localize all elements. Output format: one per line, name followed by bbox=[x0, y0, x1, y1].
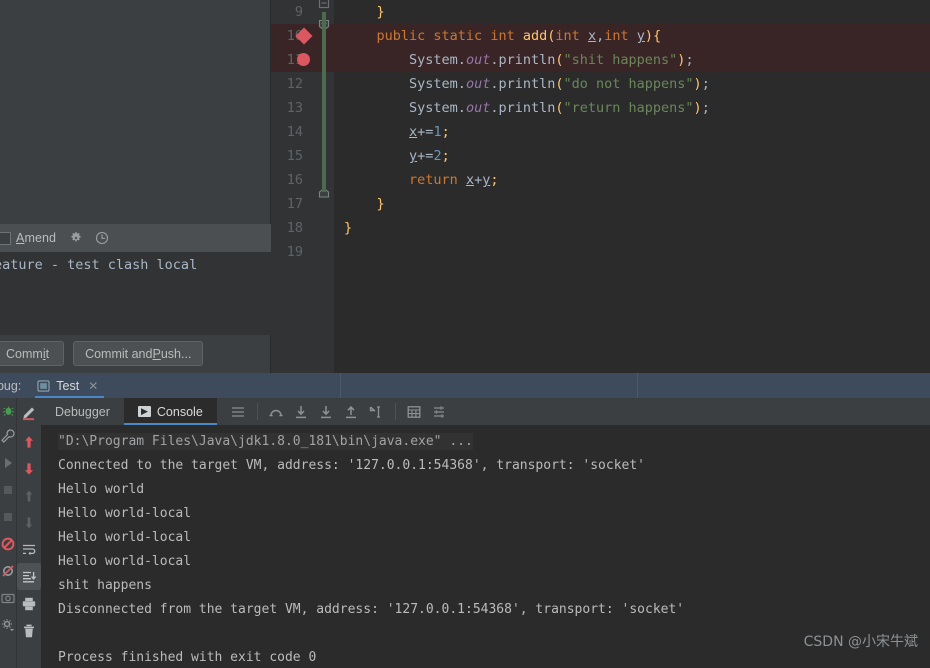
tab-console[interactable]: ▶ Console bbox=[123, 398, 217, 425]
watermark: CSDN @小宋牛斌 bbox=[803, 634, 918, 650]
commit-dialog: Amend eature - test clash local Comm i t C… bbox=[0, 0, 271, 373]
scroll-to-end-icon[interactable] bbox=[17, 563, 41, 590]
console-output[interactable]: "D:\Program Files\Java\jdk1.8.0_181\bin\… bbox=[41, 425, 930, 668]
run-configuration-icon bbox=[37, 379, 50, 392]
gear-icon[interactable] bbox=[69, 231, 83, 245]
bug-icon[interactable] bbox=[0, 398, 16, 422]
commit-dialog-upper-area bbox=[0, 0, 270, 223]
code-line: } bbox=[344, 196, 385, 212]
code-line: } bbox=[344, 220, 353, 236]
commit-message-text: eature - test clash local bbox=[0, 257, 198, 273]
console-line: Connected to the target VM, address: '12… bbox=[58, 458, 645, 473]
wrench-icon[interactable] bbox=[0, 422, 16, 449]
rerun-icon[interactable] bbox=[17, 398, 41, 428]
console-line: Disconnected from the target VM, address… bbox=[58, 602, 685, 617]
editor-gutter[interactable]: 9 10 11 12 13 14 15 16 17 18 19 bbox=[271, 0, 334, 373]
console-line: Hello world-local bbox=[58, 506, 192, 521]
fold-marker-icon[interactable] bbox=[318, 0, 330, 9]
square-icon[interactable] bbox=[0, 476, 16, 503]
code-line: return x+y; bbox=[344, 172, 499, 188]
debug-outer-rail bbox=[0, 398, 17, 668]
console-line-text: "D:\Program Files\Java\jdk1.8.0_181\bin\… bbox=[58, 433, 473, 450]
commit-message-area[interactable]: eature - test clash local bbox=[0, 252, 271, 335]
down-arrow-red-icon[interactable] bbox=[17, 455, 41, 482]
play-icon[interactable] bbox=[0, 449, 16, 476]
gutter-line: 19 bbox=[286, 244, 303, 260]
debug-window-title: ebug: bbox=[0, 378, 22, 393]
debug-session-tab-label: Test bbox=[56, 378, 80, 393]
force-step-into-icon[interactable] bbox=[314, 398, 339, 425]
tab-bar-divider bbox=[637, 373, 639, 398]
editor-text-area[interactable]: } public static int add(int x,int y){ Sy… bbox=[334, 0, 930, 373]
run-to-cursor-icon[interactable] bbox=[364, 398, 389, 425]
evaluate-expression-icon[interactable] bbox=[402, 398, 427, 425]
code-editor[interactable]: 9 10 11 12 13 14 15 16 17 18 19 bbox=[271, 0, 930, 373]
menu-lines-icon[interactable] bbox=[226, 398, 251, 425]
tab-bar-divider bbox=[340, 373, 342, 398]
step-out-icon[interactable] bbox=[339, 398, 364, 425]
tab-console-label: Console bbox=[156, 404, 203, 419]
console-line: Hello world-local bbox=[58, 554, 192, 569]
console-line: Hello world-local bbox=[58, 530, 192, 545]
down-arrow-gray-icon bbox=[17, 509, 41, 536]
trash-icon[interactable] bbox=[17, 617, 41, 644]
method-scope-bracket bbox=[322, 12, 326, 192]
soft-wrap-icon[interactable] bbox=[17, 536, 41, 563]
console-line: Hello world bbox=[58, 482, 145, 497]
debug-tool-window: ebug: Test ✕ bbox=[0, 373, 930, 668]
console-icon: ▶ bbox=[137, 406, 151, 417]
code-line: y+=2; bbox=[409, 148, 450, 164]
camera-icon[interactable] bbox=[0, 584, 16, 611]
tab-debugger[interactable]: Debugger bbox=[41, 398, 124, 425]
up-arrow-gray-icon bbox=[17, 482, 41, 509]
code-line: public static int add(int x,int y){ bbox=[334, 24, 930, 48]
toolbar-divider bbox=[394, 403, 396, 420]
code-line: System.out.println("do not happens"); bbox=[344, 76, 710, 92]
square-icon[interactable] bbox=[0, 503, 16, 530]
breakpoint-icon[interactable] bbox=[297, 53, 310, 66]
ide-window: Amend eature - test clash local Comm i t C… bbox=[0, 0, 930, 668]
step-over-icon[interactable] bbox=[264, 398, 289, 425]
settings-gear-icon[interactable] bbox=[0, 611, 16, 638]
code-line: } bbox=[344, 4, 385, 20]
amend-checkbox[interactable] bbox=[0, 231, 11, 245]
amend-label: Amend bbox=[16, 231, 57, 245]
code-line: System.out.println("return happens"); bbox=[344, 100, 710, 116]
gutter-line: 18 bbox=[286, 220, 303, 236]
console-line: shit happens bbox=[58, 578, 152, 593]
print-icon[interactable] bbox=[17, 590, 41, 617]
debug-subtab-row: Debugger ▶ Console bbox=[41, 398, 930, 425]
step-into-icon[interactable] bbox=[289, 398, 314, 425]
console-line: "D:\Program Files\Java\jdk1.8.0_181\bin\… bbox=[41, 430, 930, 454]
commit-and-push-button[interactable]: Commit and Push... bbox=[73, 341, 204, 366]
up-arrow-red-icon[interactable] bbox=[17, 428, 41, 455]
debug-tab-bar: ebug: Test ✕ bbox=[0, 373, 930, 398]
console-line: Process finished with exit code 0 bbox=[58, 650, 317, 665]
toolbar-divider bbox=[256, 403, 258, 420]
mute-breakpoints-icon[interactable] bbox=[0, 557, 16, 584]
tab-debugger-label: Debugger bbox=[55, 404, 110, 419]
amend-row: Amend bbox=[0, 224, 271, 252]
console-action-rail bbox=[17, 398, 41, 668]
breakpoints-icon[interactable] bbox=[0, 530, 16, 557]
clock-icon[interactable] bbox=[95, 231, 109, 245]
commit-button[interactable]: Comm i t bbox=[0, 341, 65, 366]
commit-button-row: Comm i t Commit and Push... bbox=[0, 341, 271, 367]
close-icon[interactable]: ✕ bbox=[88, 380, 98, 392]
debug-session-tab-test[interactable]: Test ✕ bbox=[35, 373, 105, 398]
settings-lines-icon[interactable] bbox=[427, 398, 452, 425]
code-line: x+=1; bbox=[409, 124, 450, 140]
code-line: System.out.println("shit happens"); bbox=[334, 48, 930, 72]
